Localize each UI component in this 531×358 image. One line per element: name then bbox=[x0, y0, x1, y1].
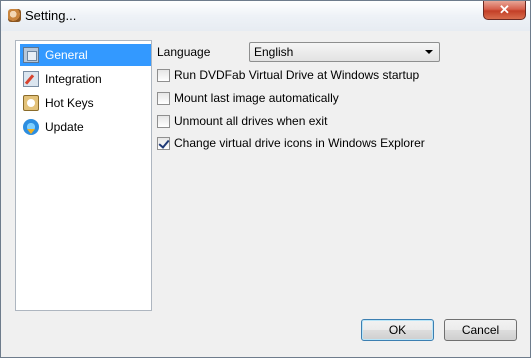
nav-item-integration[interactable]: Integration bbox=[20, 68, 151, 90]
language-select-value: English bbox=[254, 45, 294, 59]
option-label: Change virtual drive icons in Windows Ex… bbox=[174, 136, 425, 150]
general-settings-panel: Language English Run DVDFab Virtual Driv… bbox=[152, 40, 518, 311]
nav-item-general[interactable]: General bbox=[20, 44, 151, 66]
change-drive-icons-checkbox[interactable] bbox=[157, 136, 170, 150]
unmount-on-exit-checkbox[interactable] bbox=[157, 114, 170, 128]
nav-item-hot-keys[interactable]: Hot Keys bbox=[20, 92, 151, 114]
option-change-drive-icons[interactable]: Change virtual drive icons in Windows Ex… bbox=[157, 135, 425, 151]
option-label: Run DVDFab Virtual Drive at Windows star… bbox=[174, 68, 420, 82]
settings-dialog: Setting... ✕ General Integration Hot Key… bbox=[0, 0, 531, 358]
nav-item-label: Update bbox=[45, 120, 84, 134]
chevron-down-icon bbox=[425, 50, 433, 54]
mount-last-image-checkbox[interactable] bbox=[157, 91, 170, 105]
run-at-startup-checkbox[interactable] bbox=[157, 68, 170, 82]
language-label: Language bbox=[157, 45, 211, 59]
nav-item-label: Integration bbox=[45, 72, 102, 86]
option-label: Mount last image automatically bbox=[174, 91, 339, 105]
integration-icon bbox=[23, 71, 39, 87]
option-unmount-on-exit[interactable]: Unmount all drives when exit bbox=[157, 113, 327, 129]
close-button[interactable]: ✕ bbox=[483, 1, 526, 20]
app-icon bbox=[8, 9, 21, 22]
option-run-at-startup[interactable]: Run DVDFab Virtual Drive at Windows star… bbox=[157, 67, 419, 83]
ok-button[interactable]: OK bbox=[361, 319, 434, 341]
language-select[interactable]: English bbox=[249, 42, 440, 62]
option-mount-last-image[interactable]: Mount last image automatically bbox=[157, 90, 339, 106]
update-icon bbox=[23, 119, 39, 135]
window-title: Setting... bbox=[25, 8, 77, 23]
cancel-button[interactable]: Cancel bbox=[444, 319, 517, 341]
option-label: Unmount all drives when exit bbox=[174, 114, 328, 128]
settings-nav-list: General Integration Hot Keys Update bbox=[15, 40, 152, 311]
title-bar[interactable]: Setting... ✕ bbox=[1, 1, 530, 31]
nav-item-label: Hot Keys bbox=[45, 96, 94, 110]
settings-page-icon bbox=[23, 47, 39, 63]
hotkeys-icon bbox=[23, 95, 39, 111]
nav-item-update[interactable]: Update bbox=[20, 116, 151, 138]
nav-item-label: General bbox=[45, 48, 88, 62]
